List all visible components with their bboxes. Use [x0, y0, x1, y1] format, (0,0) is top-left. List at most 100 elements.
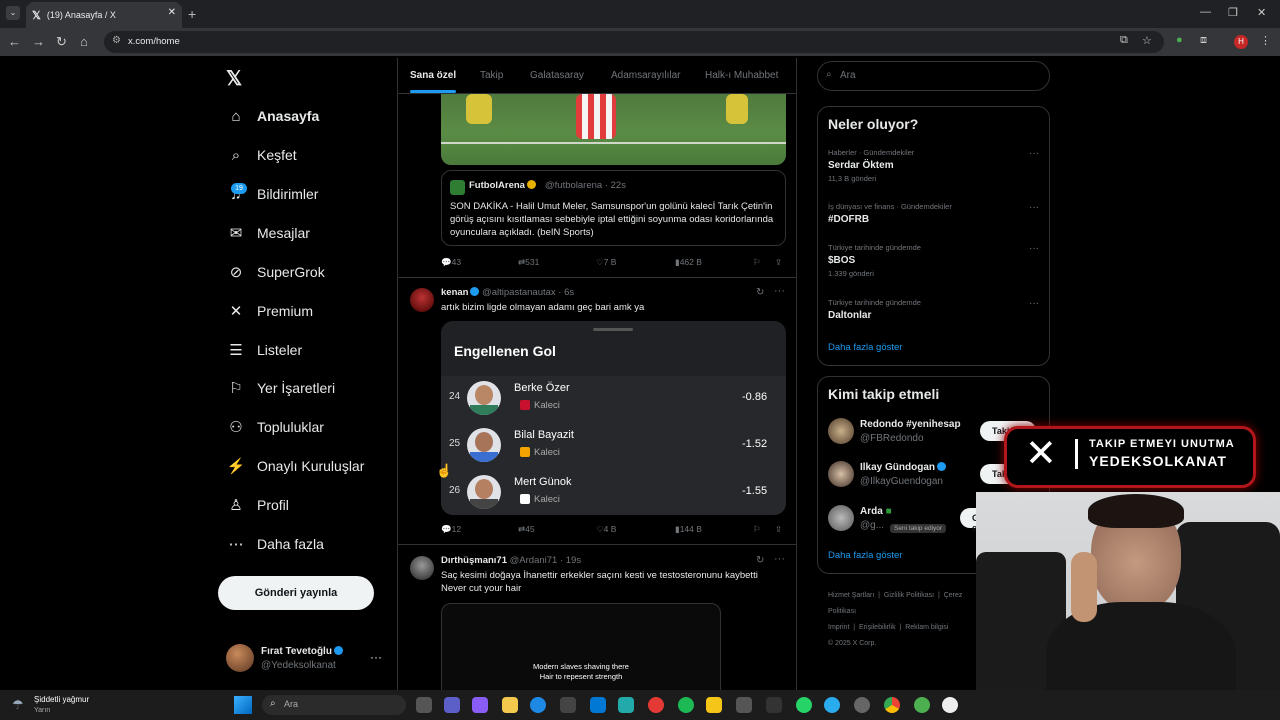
- whatsapp-icon[interactable]: [796, 697, 812, 713]
- task-view-icon[interactable]: [416, 697, 432, 713]
- reply-button[interactable]: 💬 12: [441, 524, 461, 535]
- quoted-post[interactable]: FutbolArena @futbolarena · 22s SON DAKİK…: [441, 170, 786, 246]
- app-icon[interactable]: [914, 697, 930, 713]
- bookmark-icon[interactable]: ⚐: [753, 257, 761, 268]
- trend-item[interactable]: Türkiye tarihinde gündemde $BOS 1.339 gönd…: [828, 243, 1043, 278]
- like-button[interactable]: ♡ 4 B: [596, 524, 616, 535]
- tab-takip[interactable]: Takip: [480, 70, 503, 81]
- install-app-icon[interactable]: ⧉: [1120, 34, 1128, 47]
- browser-menu-icon[interactable]: ⋮: [1260, 34, 1271, 47]
- trend-menu-icon[interactable]: ···: [1029, 202, 1039, 213]
- footer-link[interactable]: Reklam bilgisi: [905, 624, 948, 631]
- sidebar-item-profil[interactable]: ♙ Profil: [226, 493, 289, 517]
- sidebar-item-mesajlar[interactable]: ✉ Mesajlar: [226, 221, 310, 245]
- new-tab-button[interactable]: +: [188, 6, 196, 22]
- trend-menu-icon[interactable]: ···: [1029, 243, 1039, 254]
- footer-link[interactable]: Erişilebilirlik: [859, 624, 896, 631]
- home-button-icon[interactable]: ⌂: [80, 34, 88, 49]
- teams-icon[interactable]: [444, 697, 460, 713]
- sidebar-item-topluluklar[interactable]: ⚇ Topluluklar: [226, 415, 324, 439]
- avatar[interactable]: [410, 556, 434, 580]
- post-media-image[interactable]: [441, 94, 786, 165]
- copilot-icon[interactable]: [472, 697, 488, 713]
- browser-tab[interactable]: 𝕏 (19) Anasayfa / X ✕: [26, 2, 182, 28]
- show-more-link[interactable]: Daha fazla göster: [828, 550, 902, 561]
- views-button[interactable]: ▮ 462 B: [675, 257, 702, 268]
- grok-icon[interactable]: ↻: [756, 287, 764, 298]
- post-video[interactable]: Modern slaves shaving there Hair to repes…: [441, 603, 721, 694]
- opera-icon[interactable]: [648, 697, 664, 713]
- weather-widget[interactable]: ☂ Şiddetli yağmur Yarın: [8, 693, 98, 717]
- url-field[interactable]: ⚙ x.com/home: [104, 31, 1164, 53]
- post-menu-icon[interactable]: ···: [774, 553, 785, 565]
- share-icon[interactable]: ⇪: [775, 524, 782, 535]
- tab-list-button[interactable]: ⌄: [6, 6, 20, 20]
- account-switcher[interactable]: Fırat Tevetoğlu @Yedeksolkanat ···: [226, 644, 396, 674]
- sidebar-item-anasayfa[interactable]: ⌂ Anasayfa: [226, 104, 319, 128]
- store-icon[interactable]: [560, 697, 576, 713]
- capcut-icon[interactable]: [766, 697, 782, 713]
- sidebar-item-daha-fazla[interactable]: ⋯ Daha fazla: [226, 532, 324, 556]
- repost-button[interactable]: ⇄ 45: [518, 524, 535, 535]
- trend-item[interactable]: Haberler · Gündemdekiler Serdar Öktem 11,3…: [828, 148, 1043, 183]
- sidebar-item-onaylı-kuruluşlar[interactable]: ⚡ Onaylı Kuruluşlar: [226, 454, 365, 478]
- app-icon[interactable]: [706, 697, 722, 713]
- show-more-link[interactable]: Daha fazla göster: [828, 342, 902, 353]
- trend-menu-icon[interactable]: ···: [1029, 148, 1039, 159]
- forward-icon[interactable]: →: [32, 34, 45, 49]
- post-author[interactable]: Dırthüşmanı71 @Ardani71 · 19s: [441, 555, 581, 566]
- back-icon[interactable]: ←: [8, 34, 21, 49]
- footer-link[interactable]: Hizmet Şartları: [828, 592, 874, 599]
- sidebar-item-yer-i-şaretleri[interactable]: ⚐ Yer İşaretleri: [226, 376, 335, 400]
- tab-adamsarayilar[interactable]: Adamsarayılılar: [611, 70, 680, 81]
- extensions-puzzle-icon[interactable]: ⧈: [1200, 34, 1207, 47]
- tab-galatasaray[interactable]: Galatasaray: [530, 70, 584, 81]
- outlook-icon[interactable]: [590, 697, 606, 713]
- trend-menu-icon[interactable]: ···: [1029, 298, 1039, 309]
- trend-item[interactable]: İş dünyası ve finans · Gündemdekiler #DOF…: [828, 202, 1043, 225]
- tab-halk-i-muhabbet[interactable]: Halk-ı Muhabbet: [705, 70, 778, 81]
- views-button[interactable]: ▮ 144 B: [675, 524, 702, 535]
- trend-item[interactable]: Türkiye tarihinde gündemde Daltonlar ···: [828, 298, 1043, 321]
- x-logo-icon[interactable]: 𝕏: [226, 66, 242, 91]
- search-input[interactable]: ⌕ Ara: [817, 61, 1050, 91]
- share-icon[interactable]: ⇪: [775, 257, 782, 268]
- like-button[interactable]: ♡ 7 B: [596, 257, 616, 268]
- app-icon[interactable]: [854, 697, 870, 713]
- sidebar-item-premium[interactable]: ✕ Premium: [226, 299, 313, 323]
- account-menu-icon[interactable]: ···: [370, 650, 382, 664]
- post-media-card[interactable]: Engellenen Gol 24 Berke Özer Kaleci -0.8…: [441, 321, 786, 515]
- app-icon[interactable]: [942, 697, 958, 713]
- bookmark-star-icon[interactable]: ☆: [1142, 34, 1152, 47]
- grok-icon[interactable]: ↻: [756, 555, 764, 566]
- sidebar-item-listeler[interactable]: ☰ Listeler: [226, 338, 302, 362]
- site-info-icon[interactable]: ⚙: [112, 35, 121, 46]
- post-button[interactable]: Gönderi yayınla: [218, 576, 374, 610]
- repost-button[interactable]: ⇄ 531: [518, 257, 539, 268]
- tab-close-icon[interactable]: ✕: [168, 7, 176, 18]
- reload-icon[interactable]: ↻: [56, 34, 67, 50]
- avatar[interactable]: [410, 288, 434, 312]
- sidebar-item-keşfet[interactable]: ⌕ Keşfet: [226, 143, 297, 167]
- app-icon[interactable]: [618, 697, 634, 713]
- edge-icon[interactable]: [530, 697, 546, 713]
- spotify-icon[interactable]: [678, 697, 694, 713]
- minimize-icon[interactable]: —: [1200, 6, 1211, 18]
- bookmark-icon[interactable]: ⚐: [753, 524, 761, 535]
- tab-sana-ozel[interactable]: Sana özel: [410, 70, 456, 81]
- telegram-icon[interactable]: [824, 697, 840, 713]
- file-explorer-icon[interactable]: [502, 697, 518, 713]
- close-window-icon[interactable]: ✕: [1257, 6, 1266, 19]
- post-menu-icon[interactable]: ···: [774, 285, 785, 297]
- reply-button[interactable]: 💬 43: [441, 257, 461, 268]
- app-icon[interactable]: [736, 697, 752, 713]
- extension-icon[interactable]: ●: [1176, 34, 1183, 46]
- taskbar-search[interactable]: ⌕ Ara: [262, 695, 406, 715]
- footer-link[interactable]: Gizlilik Politikası: [884, 592, 934, 599]
- profile-avatar[interactable]: H: [1234, 35, 1248, 49]
- sidebar-item-supergrok[interactable]: ⊘ SuperGrok: [226, 260, 325, 284]
- chrome-icon[interactable]: [884, 697, 900, 713]
- maximize-icon[interactable]: ❐: [1228, 6, 1238, 19]
- windows-start-icon[interactable]: [234, 696, 252, 714]
- post-author[interactable]: kenan @altipastanautax · 6s: [441, 287, 574, 298]
